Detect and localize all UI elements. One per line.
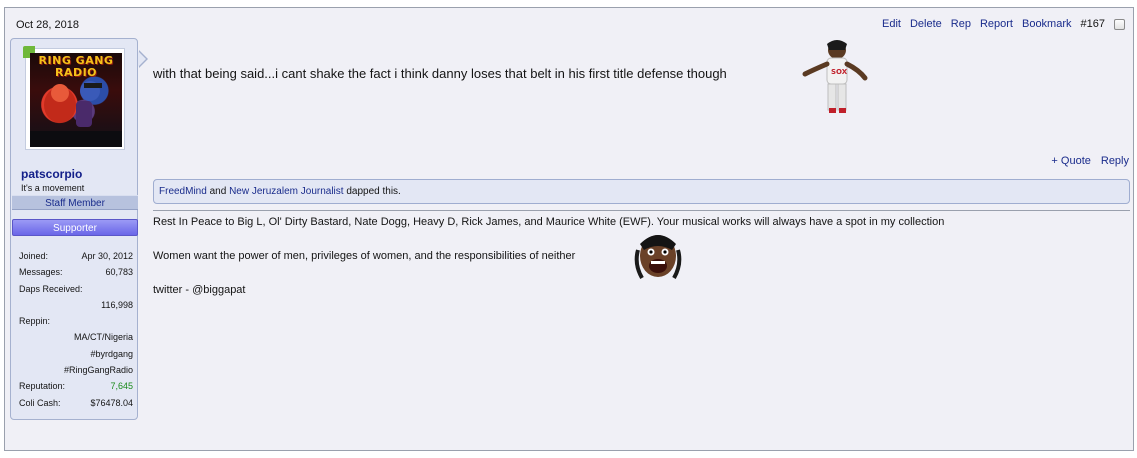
daps-and: and [209,186,227,197]
stat-reputation: Reputation: 7,645 [19,378,133,394]
post-number-link[interactable]: #167 [1081,18,1105,30]
avatar[interactable]: RING GANG RADIO [30,53,122,147]
dapper-link-freedmind[interactable]: FreedMind [159,186,207,197]
stat-label: Joined: [19,251,49,261]
reply-button[interactable]: Reply [1101,155,1129,167]
daps-summary: FreedMind and New Jeruzalem Journalist d… [153,179,1130,204]
stat-reppin-label: Reppin: [19,316,51,327]
avatar-frame[interactable]: RING GANG RADIO [23,46,125,150]
player-shrug-image: SOX [802,40,868,113]
post-container: Oct 28, 2018 Edit Delete Rep Report Book… [4,7,1134,451]
supporter-banner: Supporter [12,219,138,236]
rep-link[interactable]: Rep [951,18,971,30]
stat-value: $76478.04 [90,397,133,408]
quote-button[interactable]: + Quote [1051,155,1090,167]
stat-label: Reputation: [19,381,66,392]
stat-messages: Messages: 60,783 [19,264,133,280]
stat-value: Apr 30, 2012 [81,251,133,261]
edit-link[interactable]: Edit [882,18,901,30]
bookmark-link[interactable]: Bookmark [1022,18,1072,30]
select-post-checkbox[interactable] [1114,18,1125,30]
signature-line: Rest In Peace to Big L, Ol' Dirty Bastar… [153,216,945,228]
user-info-panel: RING GANG RADIO patscorpio It's a moveme… [10,38,148,420]
post-actions: + Quote Reply [1051,155,1129,167]
post-date: Oct 28, 2018 [16,19,79,31]
daps-suffix: dapped this. [346,186,401,197]
laughing-face-image [634,235,682,279]
avatar-character-icon [30,81,122,147]
staff-member-banner: Staff Member [12,195,138,210]
stat-label: Coli Cash: [19,397,61,408]
user-stats: Joined: Apr 30, 2012 Messages: 60,783 Da… [19,248,133,411]
user-title: It's a movement [21,183,85,193]
stat-daps-value: 116,998 [101,299,133,310]
username-link[interactable]: patscorpio [21,167,82,181]
stat-reppin-value: #byrdgang [90,348,133,359]
stat-reppin-value: MA/CT/Nigeria [73,332,133,343]
stat-joined: Joined: Apr 30, 2012 [19,248,133,264]
stat-value: 7,645 [110,381,133,392]
signature-line: Women want the power of men, privileges … [153,250,576,262]
post-controls: Edit Delete Rep Report Bookmark #167 [882,18,1125,30]
report-link[interactable]: Report [980,18,1013,30]
panel-arrow [138,50,148,68]
stat-reppin-value: #RingGangRadio [63,365,133,376]
dapper-link-journalist[interactable]: New Jeruzalem Journalist [229,186,344,197]
stat-coli-cash: Coli Cash: $76478.04 [19,395,133,411]
stat-label: Messages: [19,267,63,278]
stat-value[interactable]: 60,783 [105,264,133,280]
post-message: with that being said...i cant shake the … [153,66,727,81]
delete-link[interactable]: Delete [910,18,942,30]
signature-line: twitter - @biggapat [153,284,246,296]
signature-divider [153,210,1130,211]
stat-daps-label: Daps Received: [19,283,83,294]
svg-text:SOX: SOX [831,68,848,76]
